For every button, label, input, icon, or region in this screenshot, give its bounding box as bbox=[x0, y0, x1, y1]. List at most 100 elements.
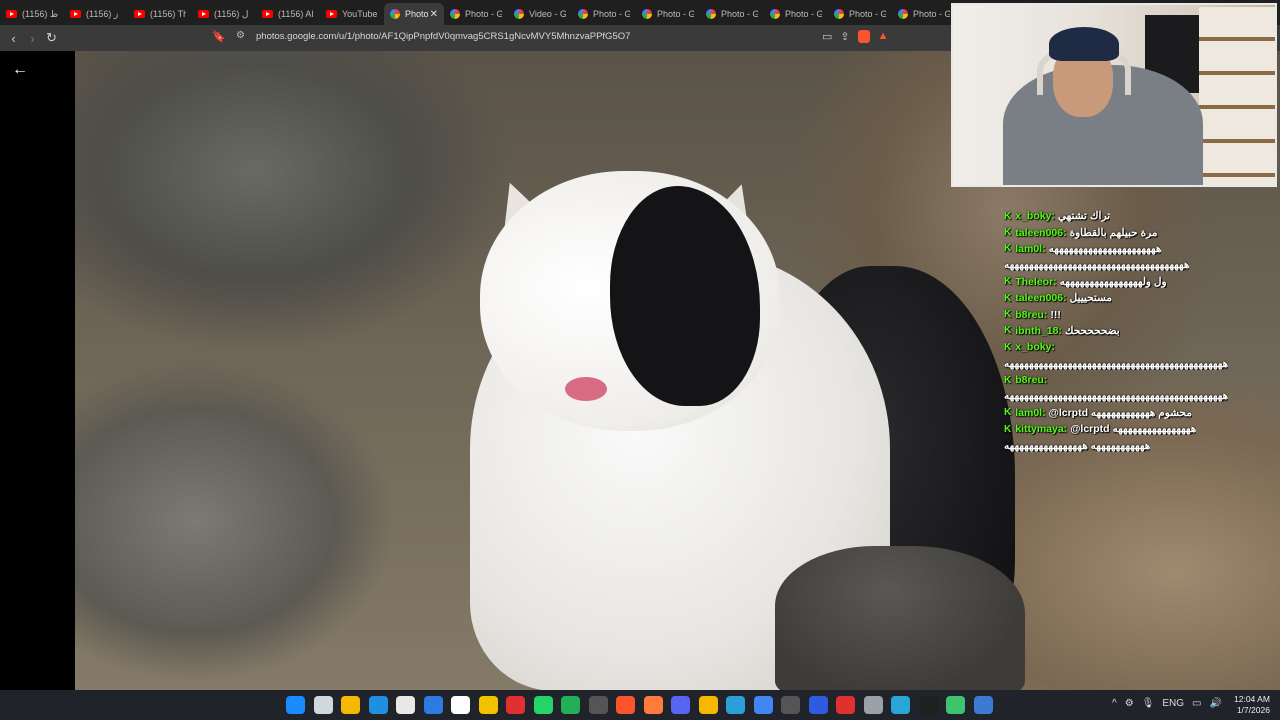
taskbar-app-icon[interactable] bbox=[753, 696, 773, 714]
browser-tab[interactable]: Photo - G bbox=[700, 3, 764, 25]
bookmark-icon[interactable]: 🔖 bbox=[212, 30, 226, 43]
chat-text: ول ولههههههههههههههههه bbox=[1059, 275, 1167, 288]
start-icon[interactable] bbox=[286, 696, 305, 714]
chat-text: مرة حبيلهم بالقطاوة bbox=[1069, 226, 1158, 239]
chat-message: هههههههههههههههههههههههههههههههههههههههه… bbox=[1004, 356, 1280, 372]
browser-tab[interactable]: Photo - G bbox=[636, 3, 700, 25]
taskbar-app-icon[interactable] bbox=[451, 696, 470, 714]
taskbar-app-icon[interactable] bbox=[423, 696, 443, 714]
browser-tab[interactable]: Video - G bbox=[508, 3, 572, 25]
network-icon[interactable]: ⚙ bbox=[1125, 698, 1134, 709]
browser-tab[interactable]: Photo - G bbox=[764, 3, 828, 25]
taskbar-app-icon[interactable] bbox=[698, 696, 718, 714]
back-arrow-icon[interactable]: ← bbox=[12, 61, 28, 79]
cat-tongue bbox=[565, 377, 607, 401]
taskbar-app-icon[interactable] bbox=[616, 696, 635, 714]
tab-label: Photo - G bbox=[849, 9, 886, 19]
browser-tab[interactable]: Photo - G bbox=[892, 3, 956, 25]
webcam-overlay bbox=[951, 3, 1277, 187]
taskbar-apps bbox=[286, 696, 993, 714]
language-indicator[interactable]: ENG bbox=[1162, 698, 1184, 709]
taskbar-app-icon[interactable] bbox=[946, 696, 965, 714]
browser-tab[interactable]: (1156) Th bbox=[128, 3, 192, 25]
kick-icon: K bbox=[1004, 407, 1012, 419]
forward-icon[interactable]: › bbox=[23, 31, 42, 46]
back-icon[interactable]: ‹ bbox=[4, 31, 23, 46]
tab-label: Photo - G bbox=[913, 9, 950, 19]
taskbar-app-icon[interactable] bbox=[808, 696, 828, 714]
chat-username: lam0l: bbox=[1015, 406, 1046, 419]
browser-tab[interactable]: (1156) Al bbox=[256, 3, 320, 25]
chat-username: Theleor: bbox=[1015, 275, 1057, 288]
taskbar-app-icon[interactable] bbox=[836, 696, 855, 714]
taskbar-app-icon[interactable] bbox=[891, 696, 910, 714]
close-tab-icon[interactable]: ✕ bbox=[430, 9, 438, 20]
chat-username: taleen006: bbox=[1015, 226, 1067, 239]
taskbar-app-icon[interactable] bbox=[918, 696, 938, 714]
browser-tab[interactable]: Photo - G bbox=[828, 3, 892, 25]
tab-label: (1156) ظ bbox=[22, 8, 58, 19]
chat-text: ههههههههههههههههههههههه bbox=[1048, 242, 1162, 255]
browser-tab[interactable]: (1156) ل bbox=[192, 3, 256, 25]
clock-time: 12:04 AM bbox=[1234, 694, 1270, 704]
youtube-icon bbox=[326, 10, 337, 18]
clock[interactable]: 12:04 AM 1/7/2026 bbox=[1234, 694, 1270, 716]
taskbar-app-icon[interactable] bbox=[781, 696, 800, 714]
tab-label: Photo bbox=[405, 9, 429, 19]
tab-label: (1156) Th bbox=[150, 9, 186, 19]
browser-tab[interactable]: YouTube bbox=[320, 3, 384, 25]
brave-shields-icon[interactable] bbox=[857, 30, 870, 43]
taskbar-app-icon[interactable] bbox=[533, 696, 553, 714]
address-bar-url[interactable]: photos.google.com/u/1/photo/AF1QipPnpfdV… bbox=[256, 31, 630, 42]
chat-text: بضحححححك bbox=[1064, 324, 1120, 337]
taskbar-app-icon[interactable] bbox=[313, 696, 333, 714]
clock-date: 1/7/2026 bbox=[1236, 705, 1270, 715]
taskbar-app-icon[interactable] bbox=[863, 696, 883, 714]
brave-rewards-icon[interactable]: ▲ bbox=[878, 30, 889, 43]
chat-username: x_boky: bbox=[1015, 210, 1055, 223]
chat-text: هههههههههههه ههههههههههههههههه bbox=[1004, 439, 1151, 452]
streamer-cap bbox=[1049, 27, 1119, 61]
taskbar-app-icon[interactable] bbox=[506, 696, 525, 714]
display-icon[interactable]: ▭ bbox=[1192, 698, 1201, 709]
chat-username: b8reu: bbox=[1015, 308, 1048, 321]
microphone-icon[interactable]: 🎙 bbox=[1142, 698, 1155, 709]
kick-icon: K bbox=[1004, 292, 1012, 304]
taskbar-app-icon[interactable] bbox=[973, 696, 993, 714]
taskbar-app-icon[interactable] bbox=[643, 696, 663, 714]
tab-label: Photo - G bbox=[593, 9, 630, 19]
system-tray: ^ ⚙ 🎙 ENG ▭ 🔊 bbox=[1112, 698, 1222, 709]
tab-label: Photo - G bbox=[657, 9, 694, 19]
chat-text: تراك تشتهي bbox=[1057, 210, 1111, 223]
chat-message: K Theleor: ول ولههههههههههههههههه bbox=[1004, 274, 1280, 290]
taskbar-app-icon[interactable] bbox=[478, 696, 498, 714]
reload-icon[interactable]: ↻ bbox=[42, 30, 61, 46]
share-icon[interactable]: ⇪ bbox=[840, 30, 849, 43]
browser-tab[interactable]: (1156) ظ bbox=[0, 3, 64, 25]
taskbar-app-icon[interactable] bbox=[341, 696, 360, 714]
chat-message: Ktaleen006: مستحيييل bbox=[1004, 290, 1280, 306]
browser-tab[interactable]: Photo - G bbox=[444, 3, 508, 25]
taskbar-app-icon[interactable] bbox=[671, 696, 690, 714]
tab-label: YouTube bbox=[342, 9, 378, 19]
taskbar-app-icon[interactable] bbox=[561, 696, 580, 714]
chat-username: x_boky: bbox=[1015, 341, 1055, 354]
youtube-icon bbox=[70, 10, 81, 18]
site-settings-icon[interactable]: ⚙ bbox=[236, 30, 245, 41]
taskbar-app-icon[interactable] bbox=[588, 696, 608, 714]
cast-icon[interactable]: ▭ bbox=[822, 30, 832, 43]
browser-tab[interactable]: Photo ✕ bbox=[384, 3, 444, 25]
chevron-up-icon[interactable]: ^ bbox=[1112, 698, 1117, 709]
tab-label: (1156) ز bbox=[86, 8, 119, 19]
taskbar-app-icon[interactable] bbox=[396, 696, 415, 714]
volume-icon[interactable]: 🔊 bbox=[1210, 698, 1222, 709]
chat-message: هههههههههههههههههههههههههههههههههههههههه… bbox=[1004, 388, 1280, 404]
taskbar-app-icon[interactable] bbox=[368, 696, 388, 714]
browser-tab[interactable]: Photo - G bbox=[572, 3, 636, 25]
kick-icon: K bbox=[1004, 227, 1012, 239]
chat-username: ibnth_18: bbox=[1015, 324, 1062, 337]
kick-icon: K bbox=[1004, 210, 1012, 222]
browser-tab[interactable]: (1156) ز bbox=[64, 3, 128, 25]
taskbar-app-icon[interactable] bbox=[726, 696, 745, 714]
tab-label: Photo - G bbox=[785, 9, 822, 19]
